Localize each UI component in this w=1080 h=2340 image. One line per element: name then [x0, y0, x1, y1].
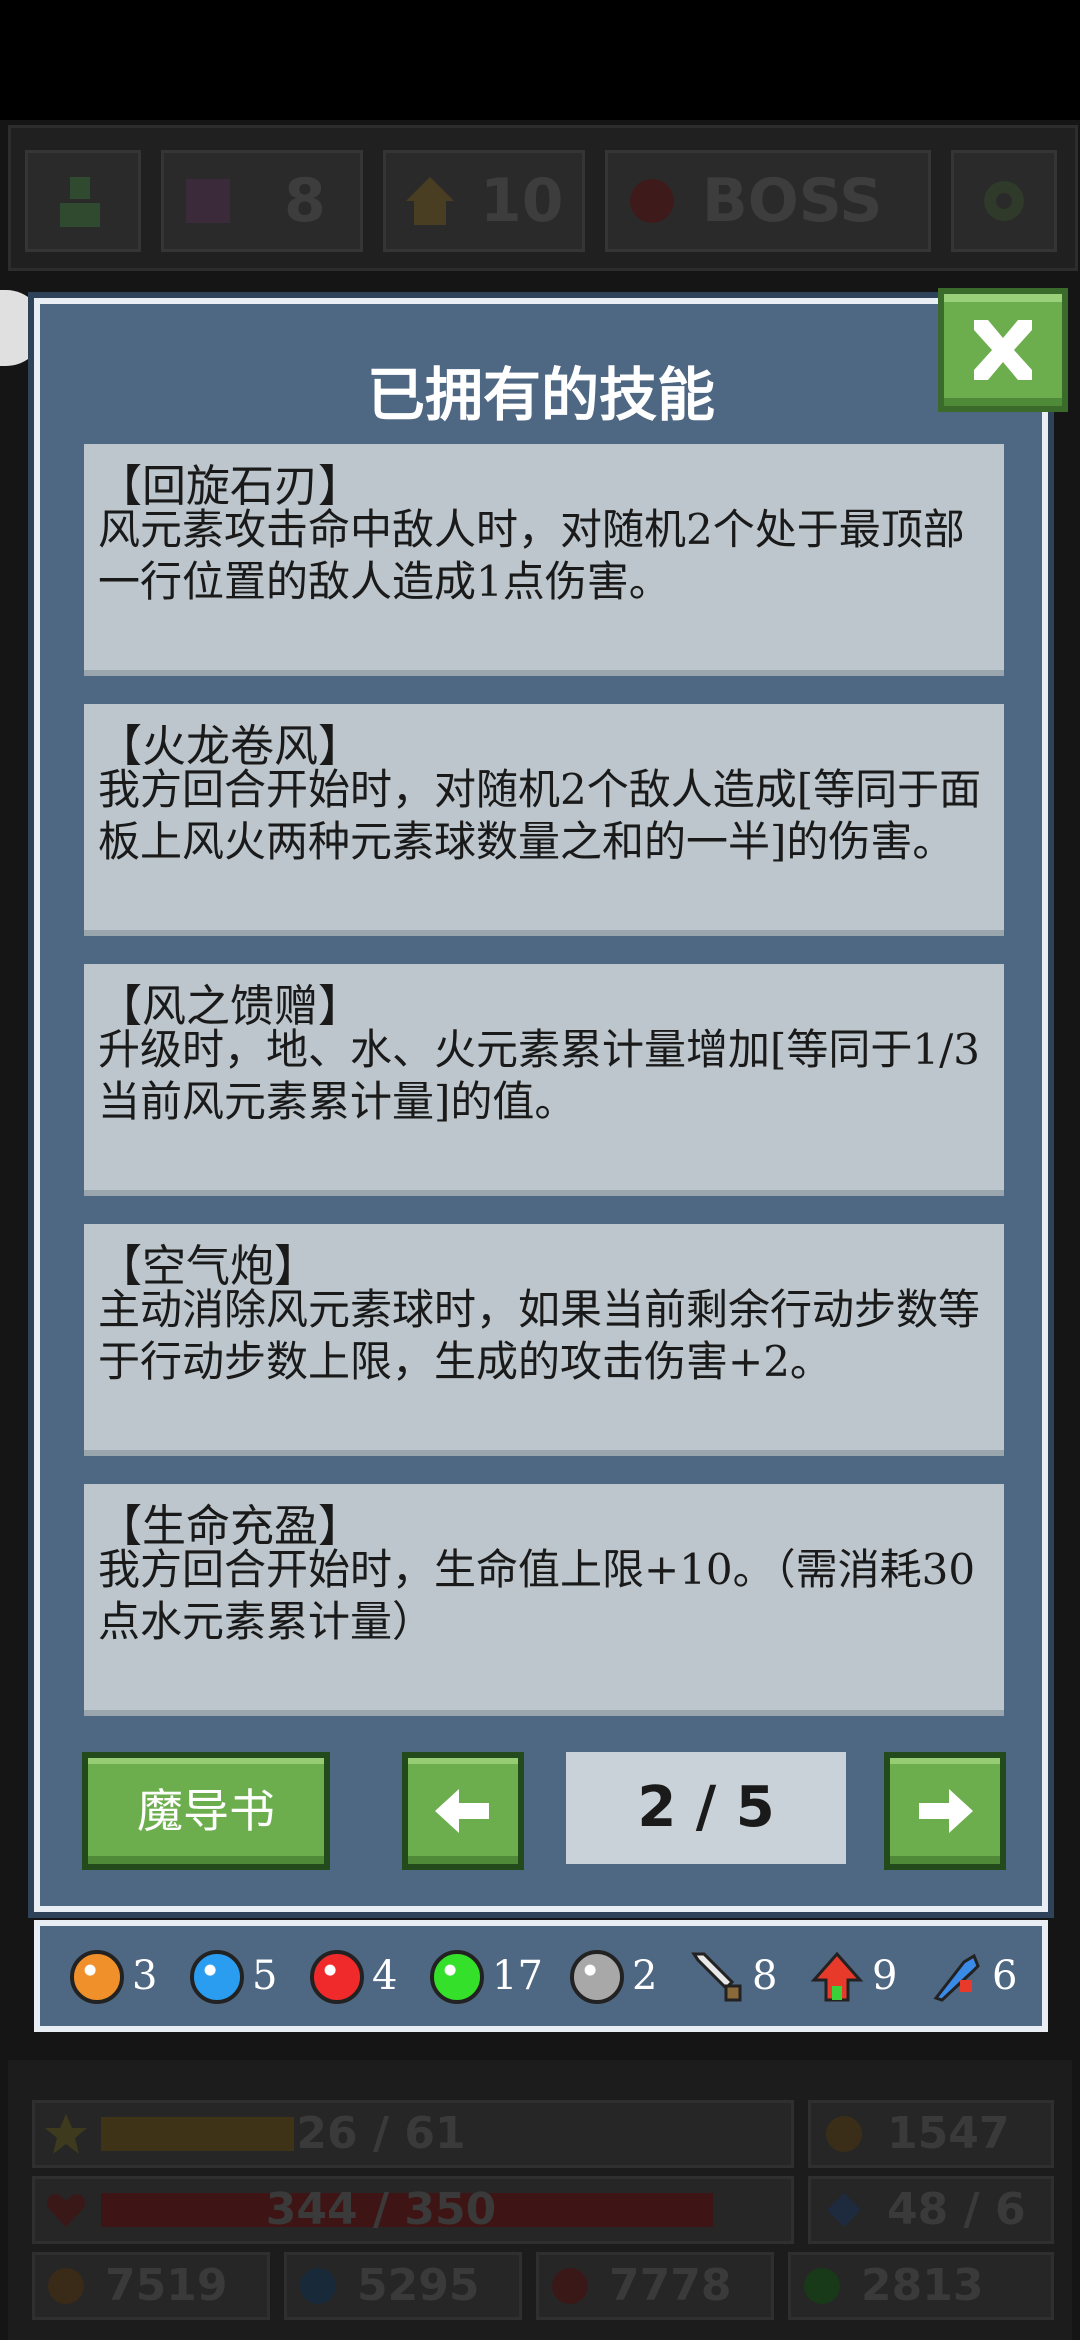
arrow-right-icon: [919, 1789, 973, 1833]
heart-icon: [46, 2194, 86, 2227]
level-counter: 10: [383, 150, 585, 252]
magic-icon: [933, 1953, 980, 2002]
item-count: 2: [632, 1953, 658, 1999]
skill-card: 【空气炮】 主动消除风元素球时，如果当前剩余行动步数等于行动步数上限，生成的攻击…: [84, 1224, 1004, 1456]
skill-card: 【火龙卷风】 我方回合开始时，对随机2个敌人造成[等同于面板上风火两种元素球数量…: [84, 704, 1004, 936]
skill-description: 我方回合开始时，对随机2个敌人造成[等同于面板上风火两种元素球数量之和的一半]的…: [98, 765, 982, 866]
boss-button[interactable]: BOSS: [605, 150, 931, 252]
profile-icon: [60, 177, 100, 227]
settings-button[interactable]: [951, 150, 1057, 252]
wind-total-row: 2813: [788, 2252, 1054, 2320]
gear-icon: [984, 181, 1024, 221]
skill-description: 升级时，地、水、火元素累计量增加[等同于1/3当前风元素累计量]的值。: [98, 1025, 980, 1126]
wind-orb-icon: [430, 1950, 484, 2004]
fire-total: 7778: [609, 2260, 732, 2311]
steps-icon: [827, 2193, 861, 2227]
gold-coin-icon: [826, 2116, 862, 2152]
next-page-button[interactable]: [884, 1752, 1006, 1870]
skull-icon: [186, 179, 230, 223]
skill-description: 主动消除风元素球时，如果当前剩余行动步数等于行动步数上限，生成的攻击伤害+2。: [98, 1285, 981, 1386]
skull-count: 8: [284, 166, 326, 236]
page-indicator: 2 / 5: [566, 1752, 846, 1864]
earth-orb-icon: [48, 2268, 84, 2304]
item-count: 8: [752, 1953, 778, 1999]
hp-value: 344 / 350: [265, 2184, 497, 2235]
earth-orb-icon: [70, 1950, 124, 2004]
item-count: 3: [132, 1953, 158, 1999]
gold-value: 1547: [887, 2108, 1010, 2159]
stone-orb-icon: [570, 1950, 624, 2004]
boss-label: BOSS: [702, 166, 883, 236]
skill-description: 我方回合开始时，生命值上限+10。（需消耗30点水元素累计量）: [98, 1545, 976, 1646]
skill-description: 风元素攻击命中敌人时，对随机2个处于最顶部一行位置的敌人造成1点伤害。: [98, 505, 965, 606]
item-count: 17: [492, 1953, 543, 1999]
level-up-icon: [810, 1951, 864, 2002]
item-count: 9: [872, 1953, 898, 1999]
fire-orb-icon: [310, 1950, 364, 2004]
grimoire-label: 魔导书: [137, 1784, 275, 1838]
player-stats-panel: 26 / 61 1547 344 / 350 48 / 6 7519 5295 …: [8, 2060, 1072, 2340]
water-orb-icon: [190, 1950, 244, 2004]
earth-total-row: 7519: [32, 2252, 270, 2320]
level-count: 10: [480, 166, 564, 236]
house-icon: [406, 177, 454, 225]
xp-row: 26 / 61: [32, 2100, 794, 2168]
fire-total-row: 7778: [536, 2252, 774, 2320]
item-count: 5: [252, 1953, 278, 1999]
hp-row: 344 / 350: [32, 2176, 794, 2244]
skill-card: 【生命充盈】 我方回合开始时，生命值上限+10。（需消耗30点水元素累计量）: [84, 1484, 1004, 1716]
item-count: 6: [992, 1953, 1018, 1999]
skill-card: 【风之馈赠】 升级时，地、水、火元素累计量增加[等同于1/3当前风元素累计量]的…: [84, 964, 1004, 1196]
steps-row: 48 / 6: [808, 2176, 1054, 2244]
profile-button[interactable]: [25, 150, 141, 252]
sword-icon: [691, 1952, 742, 2002]
inventory-bar: 3 5 4 17 2 8 9 6: [34, 1920, 1048, 2032]
gold-row: 1547: [808, 2100, 1054, 2168]
xp-value: 26 / 61: [296, 2108, 466, 2159]
arrow-left-icon: [435, 1789, 489, 1833]
skills-dialog: 已拥有的技能 【回旋石刃】 风元素攻击命中敌人时，对随机2个处于最顶部一行位置的…: [34, 298, 1048, 1912]
boss-icon: [630, 179, 674, 223]
water-total: 5295: [357, 2260, 480, 2311]
dialog-title: 已拥有的技能: [366, 361, 715, 429]
water-orb-icon: [300, 2268, 336, 2304]
top-bar: 8 10 BOSS: [8, 125, 1078, 271]
item-count: 4: [372, 1953, 398, 1999]
close-icon: [974, 320, 1032, 380]
skull-counter: 8: [161, 150, 363, 252]
close-button[interactable]: [938, 288, 1068, 412]
skill-card: 【回旋石刃】 风元素攻击命中敌人时，对随机2个处于最顶部一行位置的敌人造成1点伤…: [84, 444, 1004, 676]
earth-total: 7519: [105, 2260, 228, 2311]
fire-orb-icon: [552, 2268, 588, 2304]
water-total-row: 5295: [284, 2252, 522, 2320]
grimoire-button[interactable]: 魔导书: [82, 1752, 330, 1870]
steps-value: 48 / 6: [887, 2184, 1026, 2235]
wind-orb-icon: [804, 2268, 840, 2304]
prev-page-button[interactable]: [402, 1752, 524, 1870]
star-icon: [45, 2114, 87, 2154]
wind-total: 2813: [861, 2260, 984, 2311]
